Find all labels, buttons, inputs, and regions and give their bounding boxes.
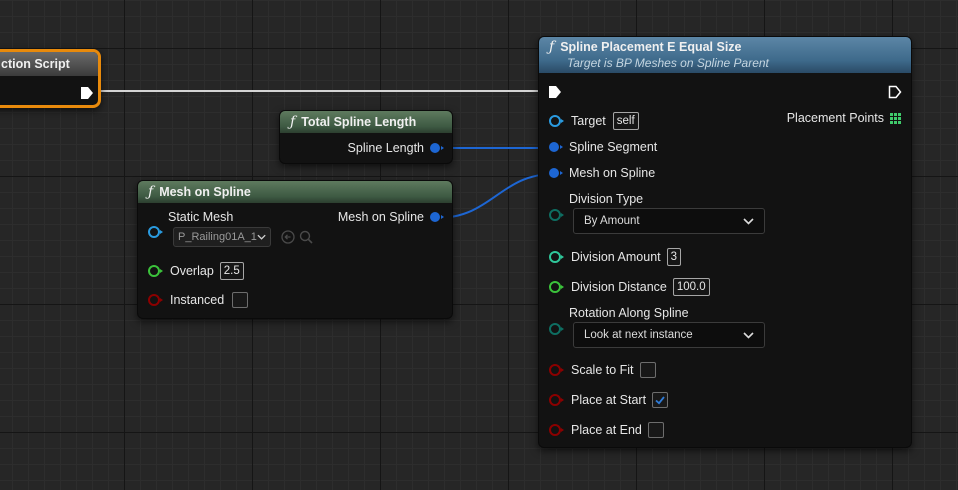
- target-pin[interactable]: [549, 115, 564, 127]
- spline-segment-label: Spline Segment: [569, 140, 658, 154]
- spline-placement-header: ƒ Spline Placement E Equal Size Target i…: [539, 37, 911, 73]
- mesh-on-spline-output-label: Mesh on Spline: [337, 210, 424, 224]
- instanced-pin[interactable]: [148, 294, 163, 306]
- division-type-dropdown[interactable]: By Amount: [573, 208, 765, 234]
- instanced-row: Instanced: [148, 292, 249, 308]
- division-distance-label: Division Distance: [571, 280, 667, 294]
- node-title: Total Spline Length: [301, 115, 417, 129]
- chevron-down-icon: [743, 217, 754, 225]
- function-icon: ƒ: [549, 39, 555, 55]
- target-label: Target: [571, 114, 606, 128]
- rotation-along-spline-value: Look at next instance: [584, 329, 693, 341]
- place-at-start-label: Place at Start: [571, 393, 647, 407]
- overlap-row: Overlap 2.5: [148, 262, 244, 280]
- static-mesh-label: Static Mesh: [168, 210, 234, 224]
- node-subtitle: Target is BP Meshes on Spline Parent: [567, 56, 769, 70]
- target-row: Target self: [549, 112, 639, 130]
- placement-points-row: Placement Points: [787, 111, 901, 125]
- static-mesh-label-row: Static Mesh: [168, 210, 233, 224]
- use-selected-arrow-icon[interactable]: [281, 230, 295, 244]
- construction-script-title: ction Script: [1, 57, 70, 71]
- mesh-on-spline-input-label: Mesh on Spline: [569, 166, 656, 180]
- construction-script-node[interactable]: ction Script: [0, 49, 101, 108]
- place-at-start-row: Place at Start: [549, 392, 669, 408]
- array-pin-icon[interactable]: [890, 112, 901, 124]
- static-mesh-pin[interactable]: [148, 226, 163, 238]
- node-title: Mesh on Spline: [159, 185, 251, 199]
- total-spline-length-header: ƒ Total Spline Length: [280, 111, 452, 133]
- mesh-on-spline-output-pin[interactable]: [430, 212, 444, 222]
- mesh-output-row: Mesh on Spline: [337, 210, 444, 224]
- place-at-start-checkbox[interactable]: [652, 392, 669, 408]
- rotation-label-row: Rotation Along Spline: [569, 306, 689, 320]
- browse-search-icon[interactable]: [299, 230, 313, 244]
- exec-output-pin[interactable]: [888, 85, 902, 99]
- scale-to-fit-label: Scale to Fit: [571, 363, 634, 377]
- division-distance-input[interactable]: 100.0: [672, 278, 710, 296]
- spline-length-label: Spline Length: [347, 141, 424, 155]
- instanced-label: Instanced: [170, 293, 225, 307]
- scale-to-fit-pin[interactable]: [549, 364, 564, 376]
- chevron-down-icon: [743, 331, 754, 339]
- division-type-value: By Amount: [584, 215, 640, 227]
- overlap-input[interactable]: 2.5: [219, 262, 244, 280]
- function-icon: ƒ: [148, 184, 154, 200]
- division-type-pin[interactable]: [549, 209, 564, 221]
- spline-segment-pin[interactable]: [549, 142, 563, 152]
- scale-to-fit-row: Scale to Fit: [549, 362, 656, 378]
- construction-script-header: ction Script: [0, 52, 98, 76]
- exec-input-pin[interactable]: [548, 85, 562, 99]
- spline-length-output-row: Spline Length: [347, 141, 444, 155]
- place-at-end-row: Place at End: [549, 422, 664, 438]
- place-at-start-pin[interactable]: [549, 394, 564, 406]
- division-amount-row: Division Amount 3: [549, 248, 682, 266]
- exec-output-pin[interactable]: [80, 86, 94, 100]
- chevron-down-icon: [257, 234, 266, 240]
- total-spline-length-node[interactable]: ƒ Total Spline Length Spline Length: [279, 110, 453, 164]
- division-amount-pin[interactable]: [549, 251, 564, 263]
- division-amount-input[interactable]: 3: [666, 248, 682, 266]
- place-at-end-checkbox[interactable]: [647, 422, 664, 438]
- target-value: self: [612, 112, 639, 130]
- division-distance-row: Division Distance 100.0: [549, 278, 710, 296]
- overlap-pin[interactable]: [148, 265, 163, 277]
- checkmark-icon: [655, 396, 665, 405]
- division-amount-label: Division Amount: [571, 250, 661, 264]
- static-mesh-asset-dropdown[interactable]: P_Railing01A_1: [173, 227, 271, 247]
- scale-to-fit-checkbox[interactable]: [639, 362, 656, 378]
- division-type-label-row: Division Type: [569, 192, 643, 206]
- place-at-end-pin[interactable]: [549, 424, 564, 436]
- static-mesh-value: P_Railing01A_1: [178, 231, 257, 243]
- rotation-along-spline-dropdown[interactable]: Look at next instance: [573, 322, 765, 348]
- overlap-label: Overlap: [170, 264, 214, 278]
- node-title: Spline Placement E Equal Size: [560, 40, 742, 54]
- rotation-along-spline-pin[interactable]: [549, 323, 564, 335]
- instanced-checkbox[interactable]: [232, 292, 249, 308]
- spline-length-pin[interactable]: [430, 143, 444, 153]
- mesh-on-spline-node[interactable]: ƒ Mesh on Spline Static Mesh P_Railing01…: [137, 180, 453, 319]
- division-type-label: Division Type: [569, 192, 644, 206]
- rotation-along-spline-label: Rotation Along Spline: [569, 306, 689, 320]
- placement-points-label: Placement Points: [786, 111, 884, 125]
- spline-placement-node[interactable]: ƒ Spline Placement E Equal Size Target i…: [538, 36, 912, 448]
- mesh-on-spline-wire[interactable]: [436, 173, 555, 219]
- mesh-on-spline-input-pin[interactable]: [549, 168, 563, 178]
- mesh-on-spline-input-row: Mesh on Spline: [549, 166, 655, 180]
- place-at-end-label: Place at End: [571, 423, 642, 437]
- division-distance-pin[interactable]: [549, 281, 564, 293]
- spline-segment-row: Spline Segment: [549, 140, 657, 154]
- function-icon: ƒ: [290, 114, 296, 130]
- mesh-on-spline-header: ƒ Mesh on Spline: [138, 181, 452, 203]
